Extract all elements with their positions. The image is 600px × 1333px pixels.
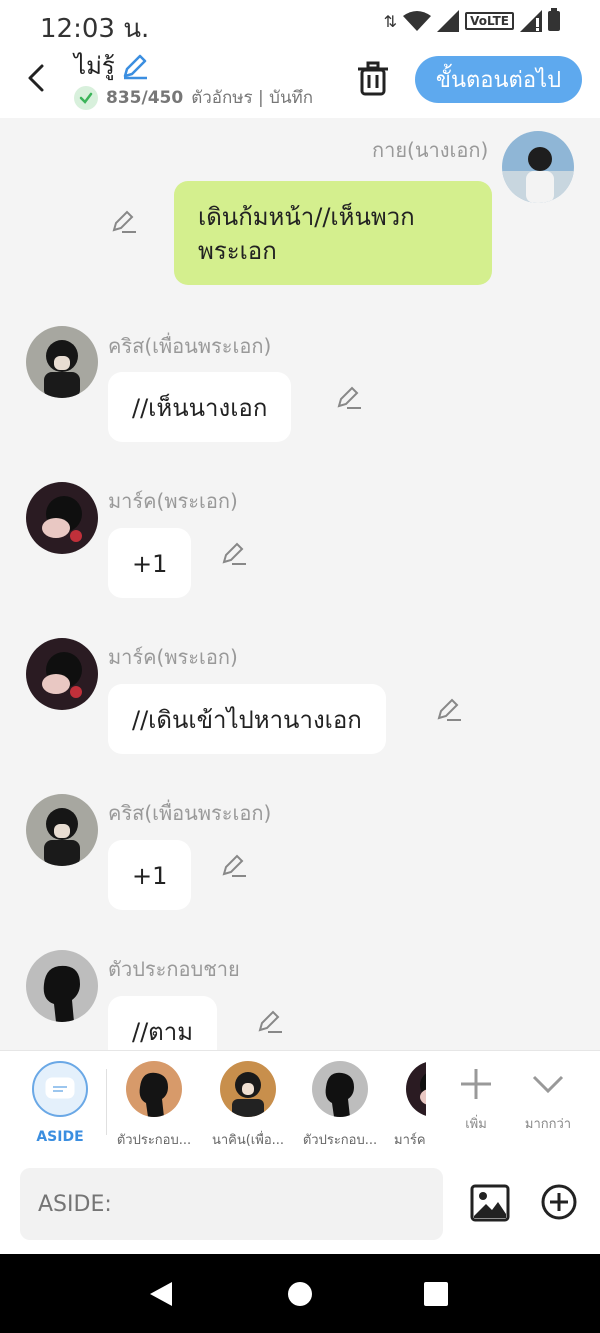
plus-icon (461, 1069, 491, 1099)
avatar (220, 1061, 276, 1117)
add-circle-icon[interactable] (541, 1184, 577, 1220)
volte-badge: VoLTE (465, 12, 514, 30)
check-icon (74, 85, 98, 110)
next-step-button[interactable]: ขั้นตอนต่อไป (415, 56, 582, 103)
avatar (312, 1061, 368, 1117)
character-label: ตัวประกอบ... (302, 1133, 378, 1148)
message-bubble[interactable]: เดินก้มหน้า//เห็นพวก พระเอก (174, 181, 492, 285)
trash-icon[interactable] (356, 60, 390, 96)
edit-message-icon[interactable] (335, 384, 363, 412)
message-input[interactable] (20, 1168, 443, 1240)
avatar[interactable] (502, 131, 574, 203)
edit-message-icon[interactable] (435, 696, 463, 724)
status-bar: 12:03 น. ⇅ VoLTE (0, 0, 600, 46)
editor-header: ไม่รู้ 835/450 ตัวอักษร | บันทึก ขั้นตอน… (0, 46, 600, 118)
back-arrow-icon[interactable] (22, 60, 52, 96)
character-aside[interactable]: ASIDE (14, 1061, 106, 1145)
speaker-name: คริส(เพื่อนพระเอก) (108, 801, 272, 825)
char-count: 835/450 (106, 87, 184, 108)
status-icons: ⇅ VoLTE (383, 8, 560, 32)
char-meta: ตัวอักษร | บันทึก (191, 88, 314, 108)
edit-title-icon[interactable] (121, 52, 149, 80)
speaker-name: ตัวประกอบชาย (108, 957, 240, 981)
character-label: นาคิน(เพื่อ... (211, 1133, 285, 1148)
nav-back-icon[interactable] (148, 1280, 174, 1308)
message-bubble[interactable]: //เห็นนางเอก (108, 372, 292, 442)
avatar[interactable] (26, 482, 98, 554)
story-title-text: ไม่รู้ (74, 52, 115, 80)
input-row (0, 1158, 600, 1254)
data-arrows-icon: ⇅ (383, 11, 398, 31)
character-label: ASIDE (36, 1129, 84, 1145)
chevron-down-icon (532, 1075, 564, 1094)
aside-avatar (32, 1061, 88, 1117)
nav-recents-icon[interactable] (424, 1280, 448, 1308)
story-title[interactable]: ไม่รู้ (74, 46, 149, 85)
edit-message-icon[interactable] (220, 852, 248, 880)
avatar (406, 1061, 426, 1117)
speaker-name: มาร์ค(พระเอก) (108, 645, 238, 669)
add-character-button[interactable]: เพิ่ม (446, 1067, 506, 1134)
character-item[interactable]: นาคิน(เพื่อ... (202, 1061, 294, 1150)
nav-home-icon[interactable] (288, 1280, 312, 1308)
signal-alert-icon (520, 10, 542, 32)
avatar[interactable] (26, 638, 98, 710)
battery-icon (548, 8, 560, 31)
avatar[interactable] (26, 794, 98, 866)
more-characters-button[interactable]: มากกว่า (518, 1067, 578, 1134)
chat-area: กาย(นางเอก) เดินก้มหน้า//เห็นพวก พระเอก … (0, 118, 600, 1050)
character-label: ตัวประกอบ... (116, 1133, 192, 1148)
message-bubble[interactable]: +1 (108, 840, 192, 910)
signal-icon (437, 10, 460, 32)
avatar[interactable] (26, 326, 98, 398)
speaker-name: คริส(เพื่อนพระเอก) (108, 334, 272, 358)
system-nav-bar (0, 1254, 600, 1333)
save-status: 835/450 ตัวอักษร | บันทึก (74, 84, 313, 111)
divider (106, 1069, 107, 1135)
character-item[interactable]: ตัวประกอบ... (108, 1061, 200, 1150)
speaker-name: มาร์ค(พระเอก) (108, 489, 238, 513)
message-bubble[interactable]: +1 (108, 528, 192, 598)
avatar (126, 1061, 182, 1117)
avatar[interactable] (26, 950, 98, 1022)
speaker-name: กาย(นางเอก) (372, 138, 489, 162)
message-bubble[interactable]: //เดินเข้าไปหานางเอก (108, 684, 386, 754)
edit-message-icon[interactable] (220, 540, 248, 568)
add-label: เพิ่ม (465, 1117, 487, 1132)
wifi-icon (403, 11, 432, 31)
status-time: 12:03 น. (40, 14, 150, 44)
edit-message-icon[interactable] (110, 208, 138, 236)
character-label: มาร์ค (394, 1133, 426, 1148)
image-icon[interactable] (470, 1184, 510, 1222)
character-bar: ASIDE ตัวประกอบ... นาคิน(เพื่อ... ตัวประ… (0, 1050, 600, 1158)
message-bubble[interactable]: //ตาม (108, 996, 218, 1050)
character-item[interactable]: มาร์ค (386, 1061, 426, 1150)
edit-message-icon[interactable] (256, 1008, 284, 1036)
more-label: มากกว่า (524, 1117, 572, 1132)
character-item[interactable]: ตัวประกอบ... (294, 1061, 386, 1150)
